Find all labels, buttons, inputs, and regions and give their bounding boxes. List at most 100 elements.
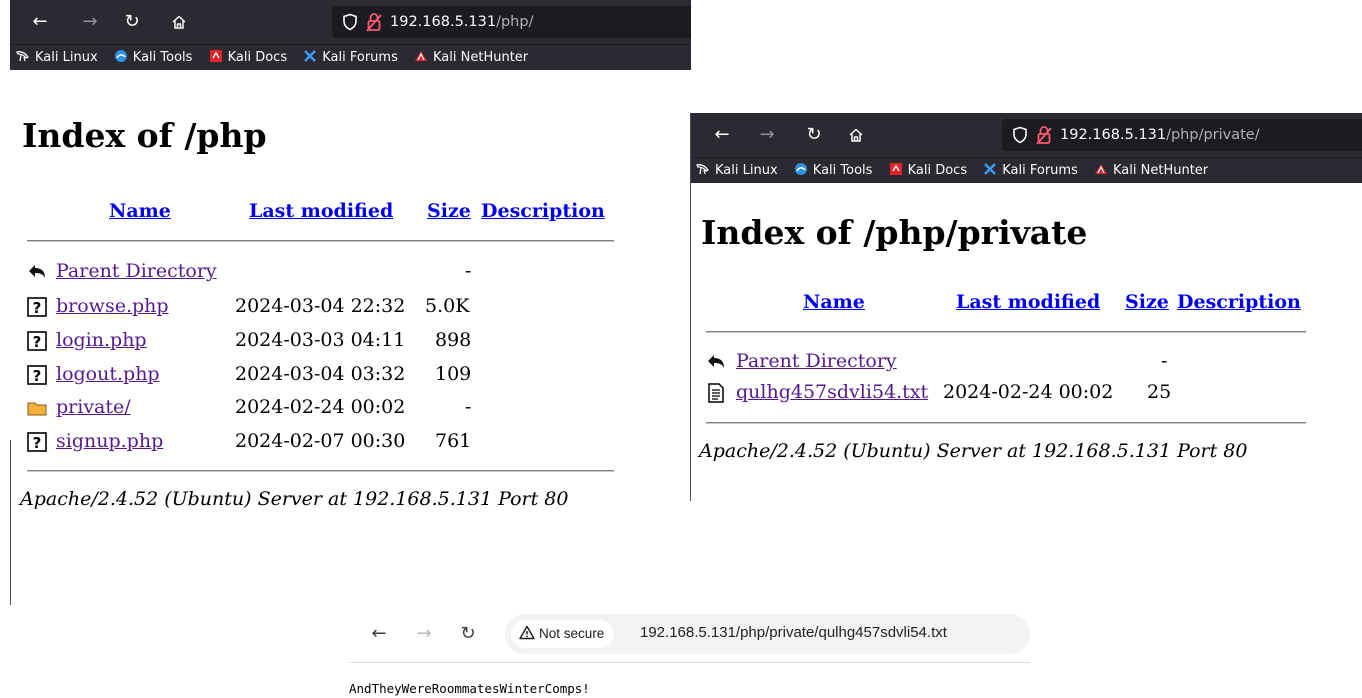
url-text: 192.168.5.131/php/ bbox=[390, 12, 533, 32]
column-header-name[interactable]: Name bbox=[803, 291, 865, 313]
tracking-shield-icon[interactable] bbox=[342, 13, 358, 31]
reload-button[interactable]: ↻ bbox=[456, 622, 480, 646]
text-file-icon bbox=[708, 383, 724, 403]
file-link[interactable]: logout.php bbox=[56, 363, 160, 385]
forward-button[interactable]: → bbox=[412, 622, 436, 646]
bookmarks-toolbar: Kali Linux Kali Tools Kali Docs Kali For… bbox=[10, 44, 691, 70]
kali-dragon-icon bbox=[16, 51, 29, 62]
table-row: ? browse.php 2024-03-04 22:32 5.0K bbox=[27, 295, 614, 323]
file-size: 761 bbox=[435, 430, 472, 452]
url-bar[interactable]: 192.168.5.131/php/ bbox=[332, 6, 691, 38]
column-header-description[interactable]: Description bbox=[1177, 291, 1301, 313]
bookmark-kali-nethunter[interactable]: Kali NetHunter bbox=[414, 45, 528, 70]
unknown-file-icon: ? bbox=[27, 331, 47, 351]
file-size: 109 bbox=[435, 363, 472, 385]
kali-tools-icon bbox=[794, 163, 807, 175]
folder-icon bbox=[27, 402, 47, 416]
bookmark-kali-forums[interactable]: Kali Forums bbox=[303, 45, 398, 70]
bookmarks-toolbar: Kali Linux Kali Tools Kali Docs Kali For… bbox=[691, 157, 1362, 183]
kali-nethunter-icon bbox=[1095, 164, 1107, 174]
bookmark-label: Kali Docs bbox=[907, 163, 968, 178]
bookmark-kali-forums[interactable]: Kali Forums bbox=[983, 158, 1078, 183]
forward-button[interactable]: → bbox=[78, 10, 102, 34]
home-button[interactable] bbox=[167, 10, 191, 34]
kali-docs-icon bbox=[889, 163, 902, 175]
reload-button[interactable]: ↻ bbox=[802, 123, 826, 147]
url-text: 192.168.5.131/php/private/ bbox=[1060, 125, 1260, 145]
kali-forums-icon bbox=[304, 50, 317, 62]
file-date: 2024-02-07 00:30 bbox=[235, 430, 406, 452]
file-size: 25 bbox=[1147, 381, 1172, 403]
file-date: 2024-03-03 04:11 bbox=[235, 329, 406, 351]
browser-toolbar: ← → ↻ 192.168.5.131/php/ bbox=[10, 0, 691, 44]
bookmark-kali-linux[interactable]: Kali Linux bbox=[696, 158, 778, 183]
page-title: Index of /php/private bbox=[701, 213, 1088, 252]
svg-text:?: ? bbox=[33, 434, 42, 452]
bookmark-kali-tools[interactable]: Kali Tools bbox=[794, 158, 873, 183]
back-icon bbox=[708, 355, 724, 368]
table-row: Parent Directory - bbox=[706, 350, 1306, 378]
browser-toolbar: ← → ↻ Not secure 192.168.5.131/php/priva… bbox=[349, 605, 1030, 663]
bookmark-kali-docs[interactable]: Kali Docs bbox=[889, 158, 968, 183]
bookmark-kali-docs[interactable]: Kali Docs bbox=[209, 45, 288, 70]
home-icon bbox=[172, 15, 186, 29]
reload-button[interactable]: ↻ bbox=[120, 10, 144, 34]
column-header-last-modified[interactable]: Last modified bbox=[956, 291, 1100, 313]
file-link[interactable]: qulhg457sdvli54.txt bbox=[736, 381, 928, 403]
file-size: 898 bbox=[435, 329, 472, 351]
back-icon bbox=[29, 265, 45, 278]
bookmark-kali-nethunter[interactable]: Kali NetHunter bbox=[1094, 158, 1208, 183]
file-date: 2024-02-24 00:02 bbox=[943, 381, 1114, 403]
unknown-file-icon: ? bbox=[27, 432, 47, 452]
bookmark-label: Kali Linux bbox=[35, 50, 98, 65]
bookmark-kali-tools[interactable]: Kali Tools bbox=[114, 45, 193, 70]
bookmark-label: Kali Tools bbox=[812, 163, 873, 178]
back-button[interactable]: ← bbox=[710, 123, 734, 147]
svg-text:?: ? bbox=[33, 367, 42, 385]
url-host: 192.168.5.131 bbox=[390, 14, 497, 30]
forward-button[interactable]: → bbox=[755, 123, 779, 147]
omnibox[interactable]: Not secure 192.168.5.131/php/private/qul… bbox=[505, 614, 1030, 654]
bookmark-kali-linux[interactable]: Kali Linux bbox=[16, 45, 98, 70]
home-button[interactable] bbox=[844, 123, 868, 147]
file-link[interactable]: signup.php bbox=[56, 430, 163, 452]
column-header-name[interactable]: Name bbox=[109, 200, 171, 222]
svg-text:?: ? bbox=[33, 333, 42, 351]
unknown-file-icon: ? bbox=[27, 297, 47, 317]
file-link[interactable]: Parent Directory bbox=[56, 260, 217, 282]
file-size: - bbox=[1161, 350, 1168, 372]
browser-window-textfile: ← → ↻ Not secure 192.168.5.131/php/priva… bbox=[349, 605, 1030, 698]
file-content: AndTheyWereRoommatesWinterComps! bbox=[349, 681, 590, 696]
back-button[interactable]: ← bbox=[367, 622, 391, 646]
file-link[interactable]: login.php bbox=[56, 329, 147, 351]
file-date: 2024-02-24 00:02 bbox=[235, 396, 406, 418]
window-edge bbox=[10, 440, 11, 605]
column-header-size[interactable]: Size bbox=[427, 200, 471, 222]
tracking-shield-icon[interactable] bbox=[1012, 126, 1028, 144]
file-link[interactable]: browse.php bbox=[56, 295, 169, 317]
file-link[interactable]: private/ bbox=[56, 396, 131, 418]
file-link[interactable]: Parent Directory bbox=[736, 350, 897, 372]
bookmark-label: Kali NetHunter bbox=[1113, 163, 1209, 178]
column-header-size[interactable]: Size bbox=[1125, 291, 1169, 313]
url-path: /php/private/ bbox=[1166, 127, 1260, 143]
footer-rule bbox=[27, 470, 614, 472]
bookmark-label: Kali Forums bbox=[1002, 163, 1078, 178]
bookmark-label: Kali Tools bbox=[132, 50, 193, 65]
insecure-lock-icon[interactable] bbox=[1036, 125, 1052, 145]
page-content: Index of /php/private Name Last modified… bbox=[691, 183, 1362, 501]
file-date: 2024-03-04 22:32 bbox=[235, 295, 406, 317]
bookmark-label: Kali NetHunter bbox=[433, 50, 529, 65]
browser-toolbar: ← → ↻ 192.168.5.131/php/private/ bbox=[691, 113, 1362, 157]
security-chip[interactable]: Not secure bbox=[511, 620, 615, 648]
column-header-last-modified[interactable]: Last modified bbox=[249, 200, 393, 222]
table-row: Parent Directory - bbox=[27, 260, 614, 288]
column-header-description[interactable]: Description bbox=[481, 200, 605, 222]
back-button[interactable]: ← bbox=[28, 10, 52, 34]
bookmark-label: Kali Docs bbox=[227, 50, 288, 65]
url-bar[interactable]: 192.168.5.131/php/private/ bbox=[1002, 119, 1362, 151]
insecure-lock-icon[interactable] bbox=[366, 12, 382, 32]
file-size: - bbox=[465, 396, 472, 418]
table-row: ? logout.php 2024-03-04 03:32 109 bbox=[27, 363, 614, 391]
unknown-file-icon: ? bbox=[27, 365, 47, 385]
